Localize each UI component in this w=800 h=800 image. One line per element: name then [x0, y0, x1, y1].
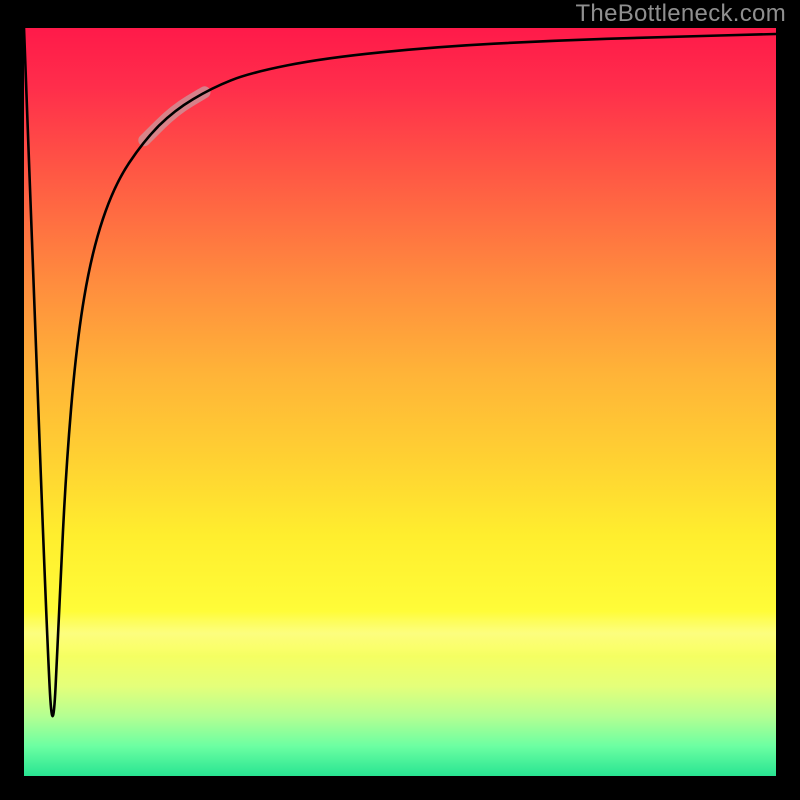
watermark-text: TheBottleneck.com — [575, 0, 786, 28]
plot-area — [24, 28, 776, 776]
chart-frame: TheBottleneck.com — [0, 0, 800, 800]
curve-svg — [24, 28, 776, 776]
bottleneck-curve — [24, 28, 776, 716]
